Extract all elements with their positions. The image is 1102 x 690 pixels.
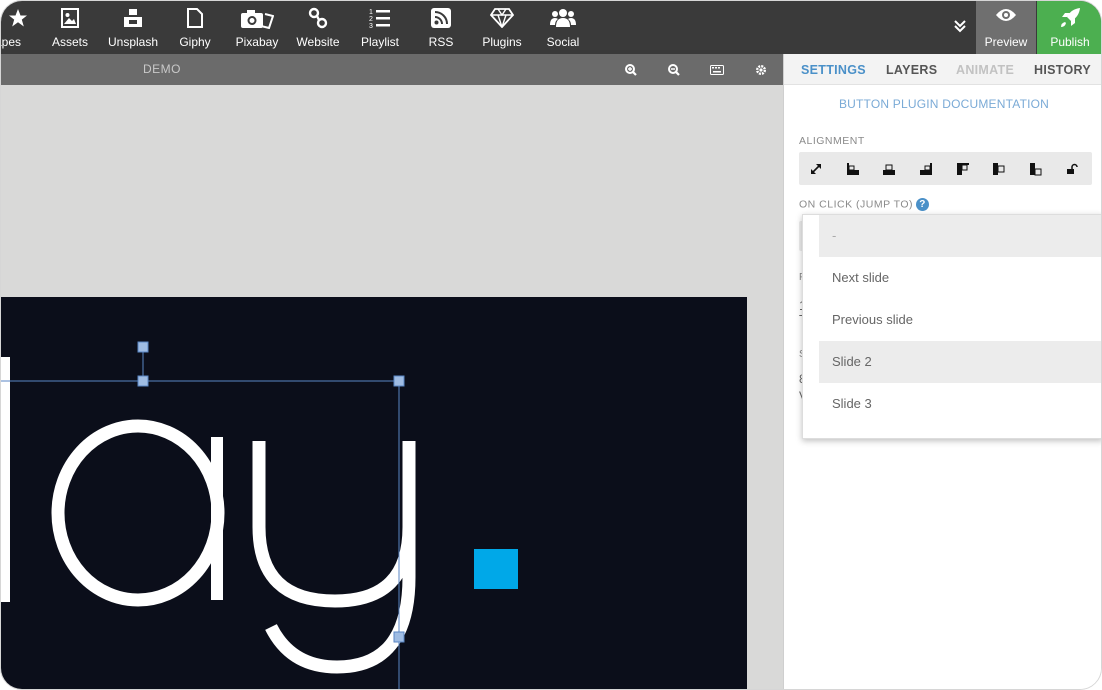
align-bottom-left-alt-icon[interactable] [1027,160,1045,178]
dropdown-option-previous-slide[interactable]: Previous slide [819,299,1101,341]
svg-text:3: 3 [369,23,373,29]
on-click-label: ON CLICK (JUMP TO)? [799,198,930,211]
diamond-icon [477,7,527,29]
preview-button[interactable]: Preview [976,1,1036,54]
double-chevron-down-icon [954,20,966,33]
camera-icon [231,7,283,29]
toolbar-shapes[interactable]: apes [1,1,35,54]
dropdown-option-none[interactable]: - [819,215,1101,257]
align-bottom-right-icon[interactable] [917,160,935,178]
dropdown-option-next-slide[interactable]: Next slide [819,257,1101,299]
letter-y-bowl [252,441,416,608]
svg-text:2: 2 [369,16,373,23]
toolbar-rss-label: RSS [428,35,454,49]
dropdown-option-slide-2[interactable]: Slide 2 [819,341,1101,383]
top-toolbar: apes Assets Unsplash Giphy Pixabay [1,1,1101,54]
align-middle-left-icon[interactable] [990,160,1008,178]
preview-label: Preview [984,35,1028,49]
unsplash-icon [105,7,161,29]
resize-handle-top[interactable] [137,375,149,387]
canvas-header: DEMO [1,54,783,85]
toolbar-social-label: Social [546,35,580,49]
expand-toolbar-button[interactable] [949,15,971,37]
letter-a-stem [211,437,223,600]
on-click-label-text: ON CLICK (JUMP TO) [799,198,914,211]
resize-handle-right[interactable] [393,631,405,643]
toolbar-rss[interactable]: RSS [421,1,461,54]
rotate-handle[interactable] [137,341,149,353]
align-bottom-center-icon[interactable] [880,160,898,178]
period-square[interactable] [474,549,518,589]
toolbar-unsplash[interactable]: Unsplash [105,1,161,54]
star-icon [1,7,35,29]
app-window: apes Assets Unsplash Giphy Pixabay [0,0,1102,690]
letter-l [1,357,10,602]
toolbar-website-label: Website [296,35,340,49]
keyboard-icon[interactable] [709,62,725,78]
tab-settings[interactable]: SETTINGS [801,63,866,77]
alignment-label: ALIGNMENT [799,135,865,147]
tab-layers[interactable]: LAYERS [886,63,937,77]
panel-tabs: SETTINGS LAYERS ANIMATE HISTORY [784,54,1101,85]
toolbar-giphy-label: Giphy [179,35,211,49]
jump-to-dropdown: - Next slide Previous slide Slide 2 Slid… [802,214,1101,439]
help-icon[interactable]: ? [916,198,930,211]
slide-artwork [1,341,518,689]
rss-icon [421,7,461,29]
toolbar-plugins-label: Plugins [482,35,522,49]
image-icon [47,7,93,29]
toolbar-giphy[interactable]: Giphy [175,1,215,54]
alignment-toolbar [799,152,1092,185]
svg-text:1: 1 [369,9,373,16]
eye-icon [976,7,1036,23]
unlock-icon[interactable] [1063,160,1081,178]
toolbar-playlist[interactable]: 123 Playlist [357,1,403,54]
canvas-title: DEMO [143,62,181,76]
zoom-in-icon[interactable] [623,62,639,78]
align-bottom-left-icon[interactable] [844,160,862,178]
toolbar-social[interactable]: Social [541,1,585,54]
file-icon [175,7,215,29]
toolbar-assets-label: Assets [51,35,88,49]
slide-canvas[interactable] [1,297,747,689]
resize-handle-top-right[interactable] [393,375,405,387]
toolbar-assets[interactable]: Assets [47,1,93,54]
toolbar-pixabay[interactable]: Pixabay [231,1,283,54]
rocket-icon [1037,7,1101,29]
gear-icon[interactable] [753,62,769,78]
zoom-out-icon[interactable] [666,62,682,78]
tab-animate[interactable]: ANIMATE [956,63,1014,77]
stretch-icon[interactable] [807,160,825,178]
toolbar-pixabay-label: Pixabay [235,35,279,49]
tab-history[interactable]: HISTORY [1034,63,1091,77]
documentation-link[interactable]: BUTTON PLUGIN DOCUMENTATION [784,97,1101,111]
toolbar-plugins[interactable]: Plugins [477,1,527,54]
toolbar-playlist-label: Playlist [360,35,399,49]
toolbar-website[interactable]: Website [293,1,343,54]
publish-label: Publish [1050,35,1090,49]
list-icon: 123 [357,7,403,29]
users-icon [541,7,585,29]
publish-button[interactable]: Publish [1037,1,1101,54]
toolbar-unsplash-label: Unsplash [107,35,159,49]
toolbar-shapes-label: apes [1,35,22,49]
letter-a-bowl [51,419,225,607]
link-icon [293,7,343,29]
dropdown-option-slide-3[interactable]: Slide 3 [819,383,1101,425]
align-top-left-icon[interactable] [954,160,972,178]
